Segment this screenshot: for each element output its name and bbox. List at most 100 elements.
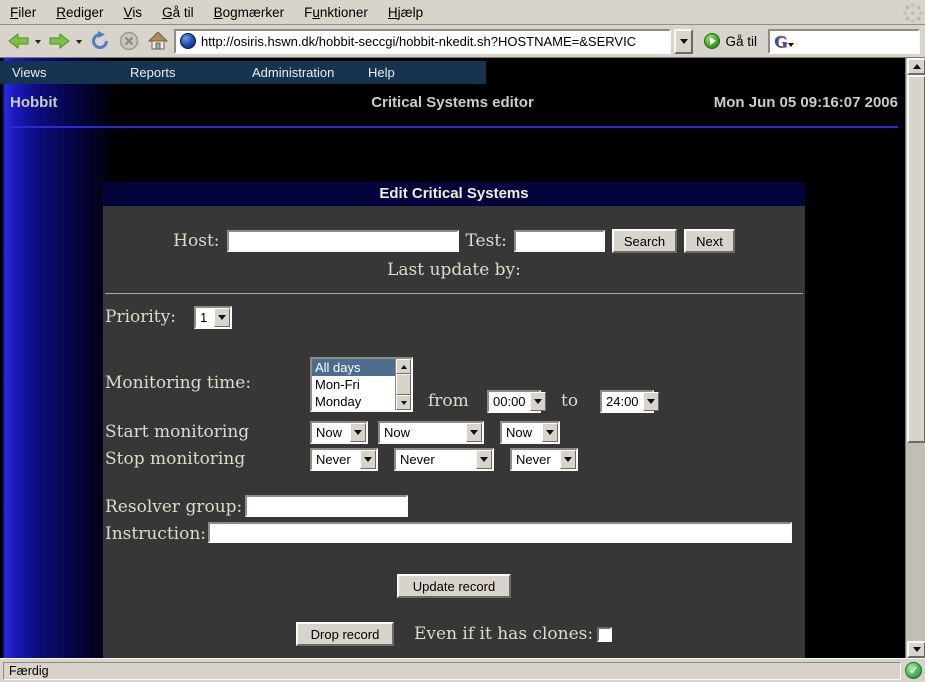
forward-history-dropdown[interactable]: [76, 40, 82, 47]
chevron-down-icon[interactable]: [214, 308, 230, 327]
instruction-input[interactable]: [208, 522, 792, 543]
listbox-scroll-thumb[interactable]: [396, 374, 411, 395]
host-test-row: Host: Test: Search Next: [103, 228, 805, 254]
url-bar[interactable]: http://osiris.hswn.dk/hobbit-seccgi/hobb…: [174, 29, 671, 54]
search-engine-icon: G: [774, 33, 787, 50]
reload-icon: [90, 31, 110, 51]
edit-form: Edit Critical Systems Host: Test: Search…: [103, 182, 805, 658]
stop-button[interactable]: [116, 28, 142, 55]
chevron-down-icon[interactable]: [466, 423, 482, 442]
scroll-up-icon[interactable]: [396, 359, 411, 374]
back-button[interactable]: [5, 28, 32, 55]
start-select-3[interactable]: Now: [500, 421, 560, 444]
security-ok-icon: [905, 662, 922, 679]
stop-monitoring-row: Stop monitoring Never Never Never: [103, 448, 805, 472]
throbber-icon: [911, 11, 915, 15]
page-viewport: Views Reports Administration Help Critic…: [0, 58, 925, 658]
navigation-toolbar: http://osiris.hswn.dk/hobbit-seccgi/hobb…: [0, 25, 925, 58]
clones-checkbox[interactable]: [597, 627, 612, 642]
test-input[interactable]: [514, 230, 605, 252]
menu-hjaelp[interactable]: Hjælp: [378, 2, 433, 23]
status-bar: Færdig: [0, 658, 925, 682]
chevron-down-icon[interactable]: [643, 392, 659, 411]
drop-record-button[interactable]: Drop record: [296, 622, 394, 646]
scrollbar-thumb[interactable]: [907, 75, 925, 443]
chevron-down-icon[interactable]: [560, 450, 576, 469]
go-button[interactable]: Gå til: [696, 28, 765, 55]
start-select-2[interactable]: Now: [378, 421, 484, 444]
listbox-option-all-days[interactable]: All days: [312, 359, 395, 376]
nav-administration[interactable]: Administration: [252, 65, 334, 80]
vertical-scrollbar[interactable]: [905, 58, 925, 658]
forward-button[interactable]: [46, 28, 73, 55]
chevron-down-icon: [680, 39, 688, 48]
priority-label: Priority:: [105, 307, 176, 327]
search-input[interactable]: G: [768, 29, 920, 54]
go-label: Gå til: [725, 34, 757, 49]
site-navbar: Views Reports Administration Help: [0, 61, 486, 84]
chevron-down-icon[interactable]: [360, 450, 376, 469]
go-icon: [704, 33, 720, 49]
next-button[interactable]: Next: [684, 229, 735, 253]
nav-reports[interactable]: Reports: [130, 65, 176, 80]
menu-funktioner[interactable]: Funktioner: [294, 2, 378, 23]
menu-bogmaerker[interactable]: Bogmærker: [204, 2, 295, 23]
chevron-down-icon[interactable]: [476, 450, 492, 469]
host-input[interactable]: [227, 230, 459, 252]
browser-window: Filer Rediger Vis Gå til Bogmærker Funkt…: [0, 0, 925, 682]
scroll-down-icon: [913, 647, 921, 656]
to-time-select[interactable]: 24:00: [600, 390, 654, 413]
instruction-row: Instruction:: [103, 522, 805, 548]
monitoring-time-listbox[interactable]: All days Mon-Fri Monday: [310, 357, 413, 412]
chevron-down-icon[interactable]: [542, 423, 558, 442]
site-favicon: [180, 33, 196, 49]
stop-select-3[interactable]: Never: [510, 448, 578, 471]
search-button[interactable]: Search: [612, 229, 677, 253]
from-label: from: [428, 391, 469, 411]
stop-monitoring-label: Stop monitoring: [105, 449, 245, 469]
monitoring-time-label: Monitoring time:: [105, 373, 251, 393]
menu-rediger[interactable]: Rediger: [46, 2, 113, 23]
scroll-down-button[interactable]: [907, 641, 925, 658]
test-label: Test:: [466, 231, 507, 251]
resolver-group-label: Resolver group:: [105, 497, 242, 517]
start-monitoring-row: Start monitoring Now Now Now: [103, 421, 805, 445]
chevron-down-icon[interactable]: [350, 423, 366, 442]
stop-select-2[interactable]: Never: [394, 448, 494, 471]
menu-vis[interactable]: Vis: [114, 2, 153, 23]
listbox-scrollbar[interactable]: [395, 359, 411, 410]
menu-filer[interactable]: Filer: [0, 2, 46, 23]
resolver-group-row: Resolver group:: [103, 495, 805, 521]
from-time-select[interactable]: 00:00: [487, 390, 541, 413]
update-row: Update record: [103, 574, 805, 598]
start-monitoring-label: Start monitoring: [105, 422, 249, 442]
scroll-up-button[interactable]: [907, 58, 925, 75]
listbox-option-mon-fri[interactable]: Mon-Fri: [312, 376, 395, 393]
start-select-1[interactable]: Now: [310, 421, 368, 444]
clones-label: Even if it has clones:: [414, 624, 593, 644]
resolver-group-input[interactable]: [245, 495, 408, 517]
site-logo: Hobbit: [10, 94, 57, 111]
url-text: http://osiris.hswn.dk/hobbit-seccgi/hobb…: [201, 34, 636, 49]
form-title: Edit Critical Systems: [103, 182, 805, 206]
update-record-button[interactable]: Update record: [397, 574, 511, 598]
back-history-dropdown[interactable]: [35, 40, 41, 47]
url-dropdown-button[interactable]: [674, 29, 693, 54]
search-engine-dropdown-icon[interactable]: [788, 43, 794, 50]
home-button[interactable]: [145, 28, 171, 55]
monitoring-time-row: Monitoring time: All days Mon-Fri Monday: [103, 351, 805, 421]
nav-views[interactable]: Views: [12, 65, 46, 80]
chevron-down-icon[interactable]: [530, 392, 546, 411]
instruction-label: Instruction:: [105, 524, 206, 544]
listbox-option-monday[interactable]: Monday: [312, 393, 395, 410]
nav-help[interactable]: Help: [368, 65, 395, 80]
priority-select[interactable]: 1: [194, 306, 232, 329]
home-icon: [148, 32, 168, 50]
reload-button[interactable]: [87, 28, 113, 55]
stop-select-1[interactable]: Never: [310, 448, 378, 471]
last-update-row: Last update by:: [103, 260, 805, 280]
forward-icon: [49, 33, 70, 49]
scroll-down-icon[interactable]: [396, 395, 411, 410]
menu-ga-til[interactable]: Gå til: [152, 2, 204, 23]
header-divider: [8, 126, 898, 128]
